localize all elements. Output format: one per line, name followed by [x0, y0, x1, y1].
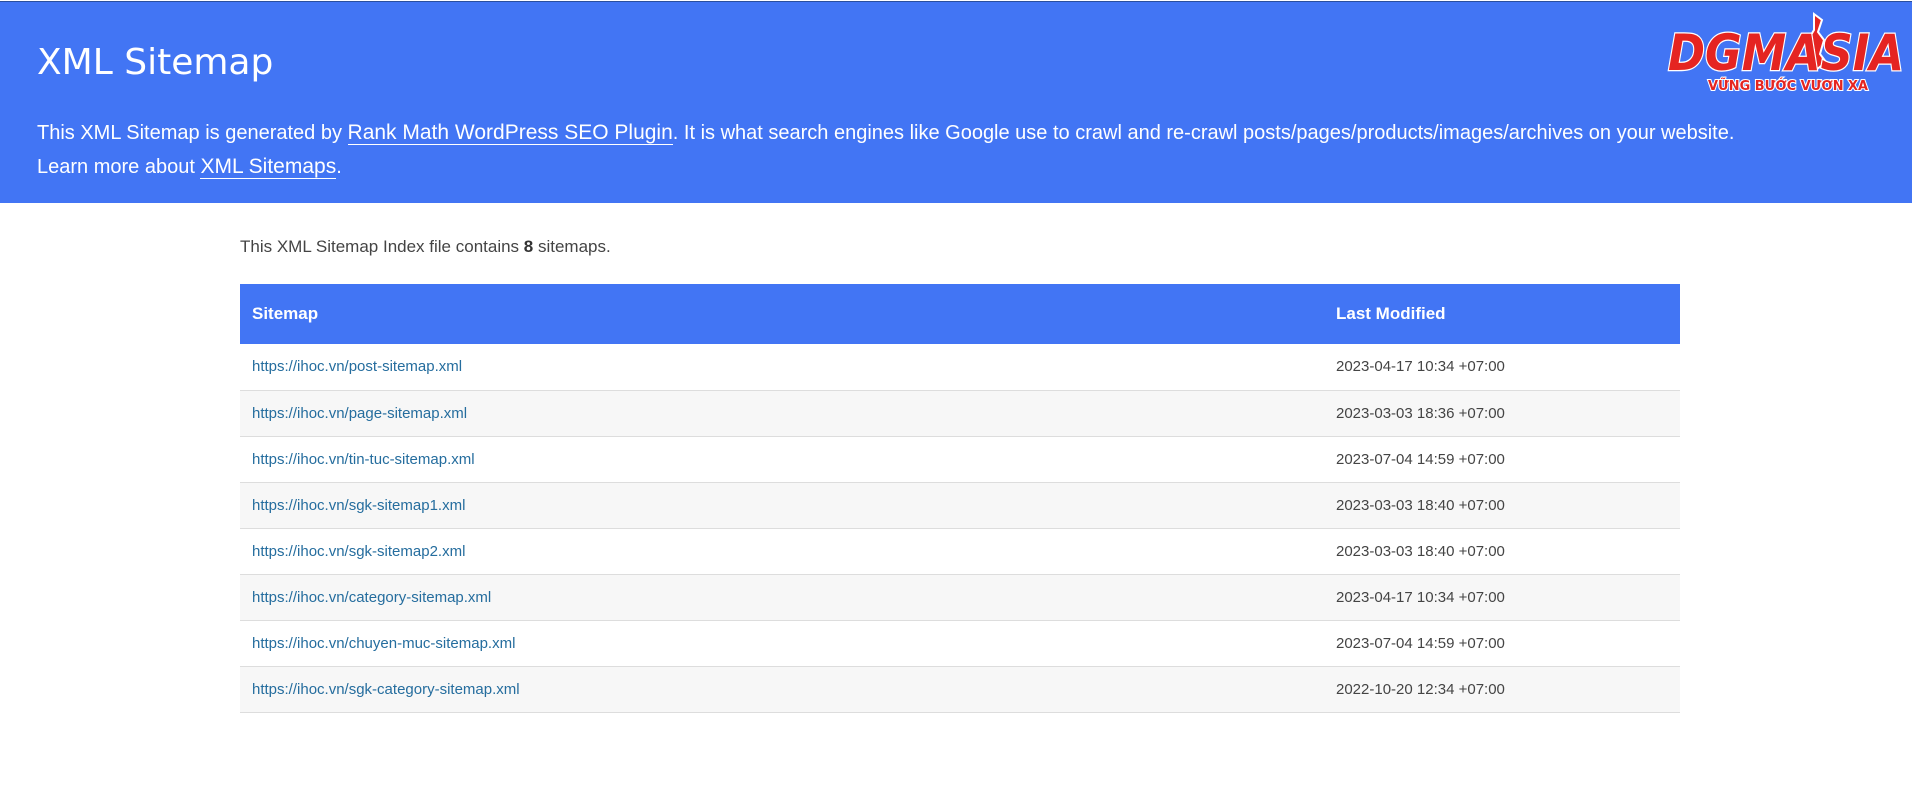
table-row: https://ihoc.vn/category-sitemap.xml 202…	[240, 574, 1680, 620]
header-description: This XML Sitemap is generated by Rank Ma…	[37, 116, 1737, 184]
dgmasia-logo: DGMASIA VỮNG BƯỚC VƯƠN XA	[1667, 12, 1905, 94]
column-header-last-modified: Last Modified	[1336, 304, 1446, 323]
table-row: https://ihoc.vn/post-sitemap.xml 2023-04…	[240, 344, 1680, 390]
sitemap-link[interactable]: https://ihoc.vn/tin-tuc-sitemap.xml	[252, 451, 475, 468]
sitemap-cell: https://ihoc.vn/sgk-sitemap2.xml	[240, 528, 1324, 574]
sitemap-table: Sitemap Last Modified https://ihoc.vn/po…	[240, 284, 1680, 713]
logo-text: DGMASIA	[1668, 24, 1904, 82]
table-row: https://ihoc.vn/tin-tuc-sitemap.xml 2023…	[240, 436, 1680, 482]
last-modified-cell: 2023-03-03 18:40 +07:00	[1336, 542, 1505, 560]
page-title: XML Sitemap	[37, 42, 274, 83]
desc-text: This XML Sitemap is generated by	[37, 122, 348, 144]
sitemap-cell: https://ihoc.vn/sgk-sitemap1.xml	[240, 482, 1324, 528]
last-modified-cell: 2023-03-03 18:36 +07:00	[1336, 404, 1505, 422]
last-modified-cell: 2023-03-03 18:40 +07:00	[1336, 496, 1505, 514]
last-modified-cell: 2023-04-17 10:34 +07:00	[1336, 588, 1505, 606]
rank-math-plugin-link[interactable]: Rank Math WordPress SEO Plugin	[347, 121, 673, 145]
sitemap-cell: https://ihoc.vn/page-sitemap.xml	[240, 390, 1324, 436]
learn-more-text: Learn more about	[37, 156, 201, 178]
last-modified-cell: 2023-07-04 14:59 +07:00	[1336, 634, 1505, 652]
sitemap-link[interactable]: https://ihoc.vn/sgk-sitemap2.xml	[252, 543, 465, 560]
table-row: https://ihoc.vn/chuyen-muc-sitemap.xml 2…	[240, 620, 1680, 666]
sitemap-cell: https://ihoc.vn/tin-tuc-sitemap.xml	[240, 436, 1324, 482]
table-row: https://ihoc.vn/page-sitemap.xml 2023-03…	[240, 390, 1680, 436]
sitemap-link[interactable]: https://ihoc.vn/page-sitemap.xml	[252, 405, 467, 422]
logo-tagline: VỮNG BƯỚC VƯƠN XA	[1708, 78, 1868, 94]
page-header: XML Sitemap This XML Sitemap is generate…	[0, 1, 1912, 203]
sitemap-summary: This XML Sitemap Index file contains 8 s…	[240, 232, 1680, 262]
last-modified-cell: 2023-04-17 10:34 +07:00	[1336, 358, 1505, 376]
sitemap-cell: https://ihoc.vn/sgk-category-sitemap.xml	[240, 666, 1324, 712]
summary-text: sitemaps.	[533, 237, 611, 256]
last-modified-cell: 2023-07-04 14:59 +07:00	[1336, 450, 1505, 468]
table-header-row: Sitemap Last Modified	[240, 284, 1680, 344]
sitemap-content: This XML Sitemap Index file contains 8 s…	[240, 232, 1680, 713]
sitemap-cell: https://ihoc.vn/category-sitemap.xml	[240, 574, 1324, 620]
sitemap-link[interactable]: https://ihoc.vn/post-sitemap.xml	[252, 358, 462, 375]
desc-text: .	[336, 156, 342, 178]
column-header-sitemap: Sitemap	[252, 304, 319, 323]
sitemap-link[interactable]: https://ihoc.vn/chuyen-muc-sitemap.xml	[252, 635, 515, 652]
table-row: https://ihoc.vn/sgk-sitemap2.xml 2023-03…	[240, 528, 1680, 574]
xml-sitemaps-link[interactable]: XML Sitemaps	[200, 155, 337, 179]
sitemap-link[interactable]: https://ihoc.vn/sgk-sitemap1.xml	[252, 497, 465, 514]
summary-text: This XML Sitemap Index file contains	[240, 237, 524, 256]
table-row: https://ihoc.vn/sgk-sitemap1.xml 2023-03…	[240, 482, 1680, 528]
sitemap-cell: https://ihoc.vn/chuyen-muc-sitemap.xml	[240, 620, 1324, 666]
last-modified-cell: 2022-10-20 12:34 +07:00	[1336, 680, 1505, 698]
sitemap-link[interactable]: https://ihoc.vn/sgk-category-sitemap.xml	[252, 681, 520, 698]
sitemap-count: 8	[523, 237, 534, 256]
sitemap-link[interactable]: https://ihoc.vn/category-sitemap.xml	[252, 589, 491, 606]
sitemap-cell: https://ihoc.vn/post-sitemap.xml	[240, 344, 1324, 390]
table-row: https://ihoc.vn/sgk-category-sitemap.xml…	[240, 666, 1680, 712]
desc-text: . It is what search engines like Google …	[672, 122, 1735, 144]
